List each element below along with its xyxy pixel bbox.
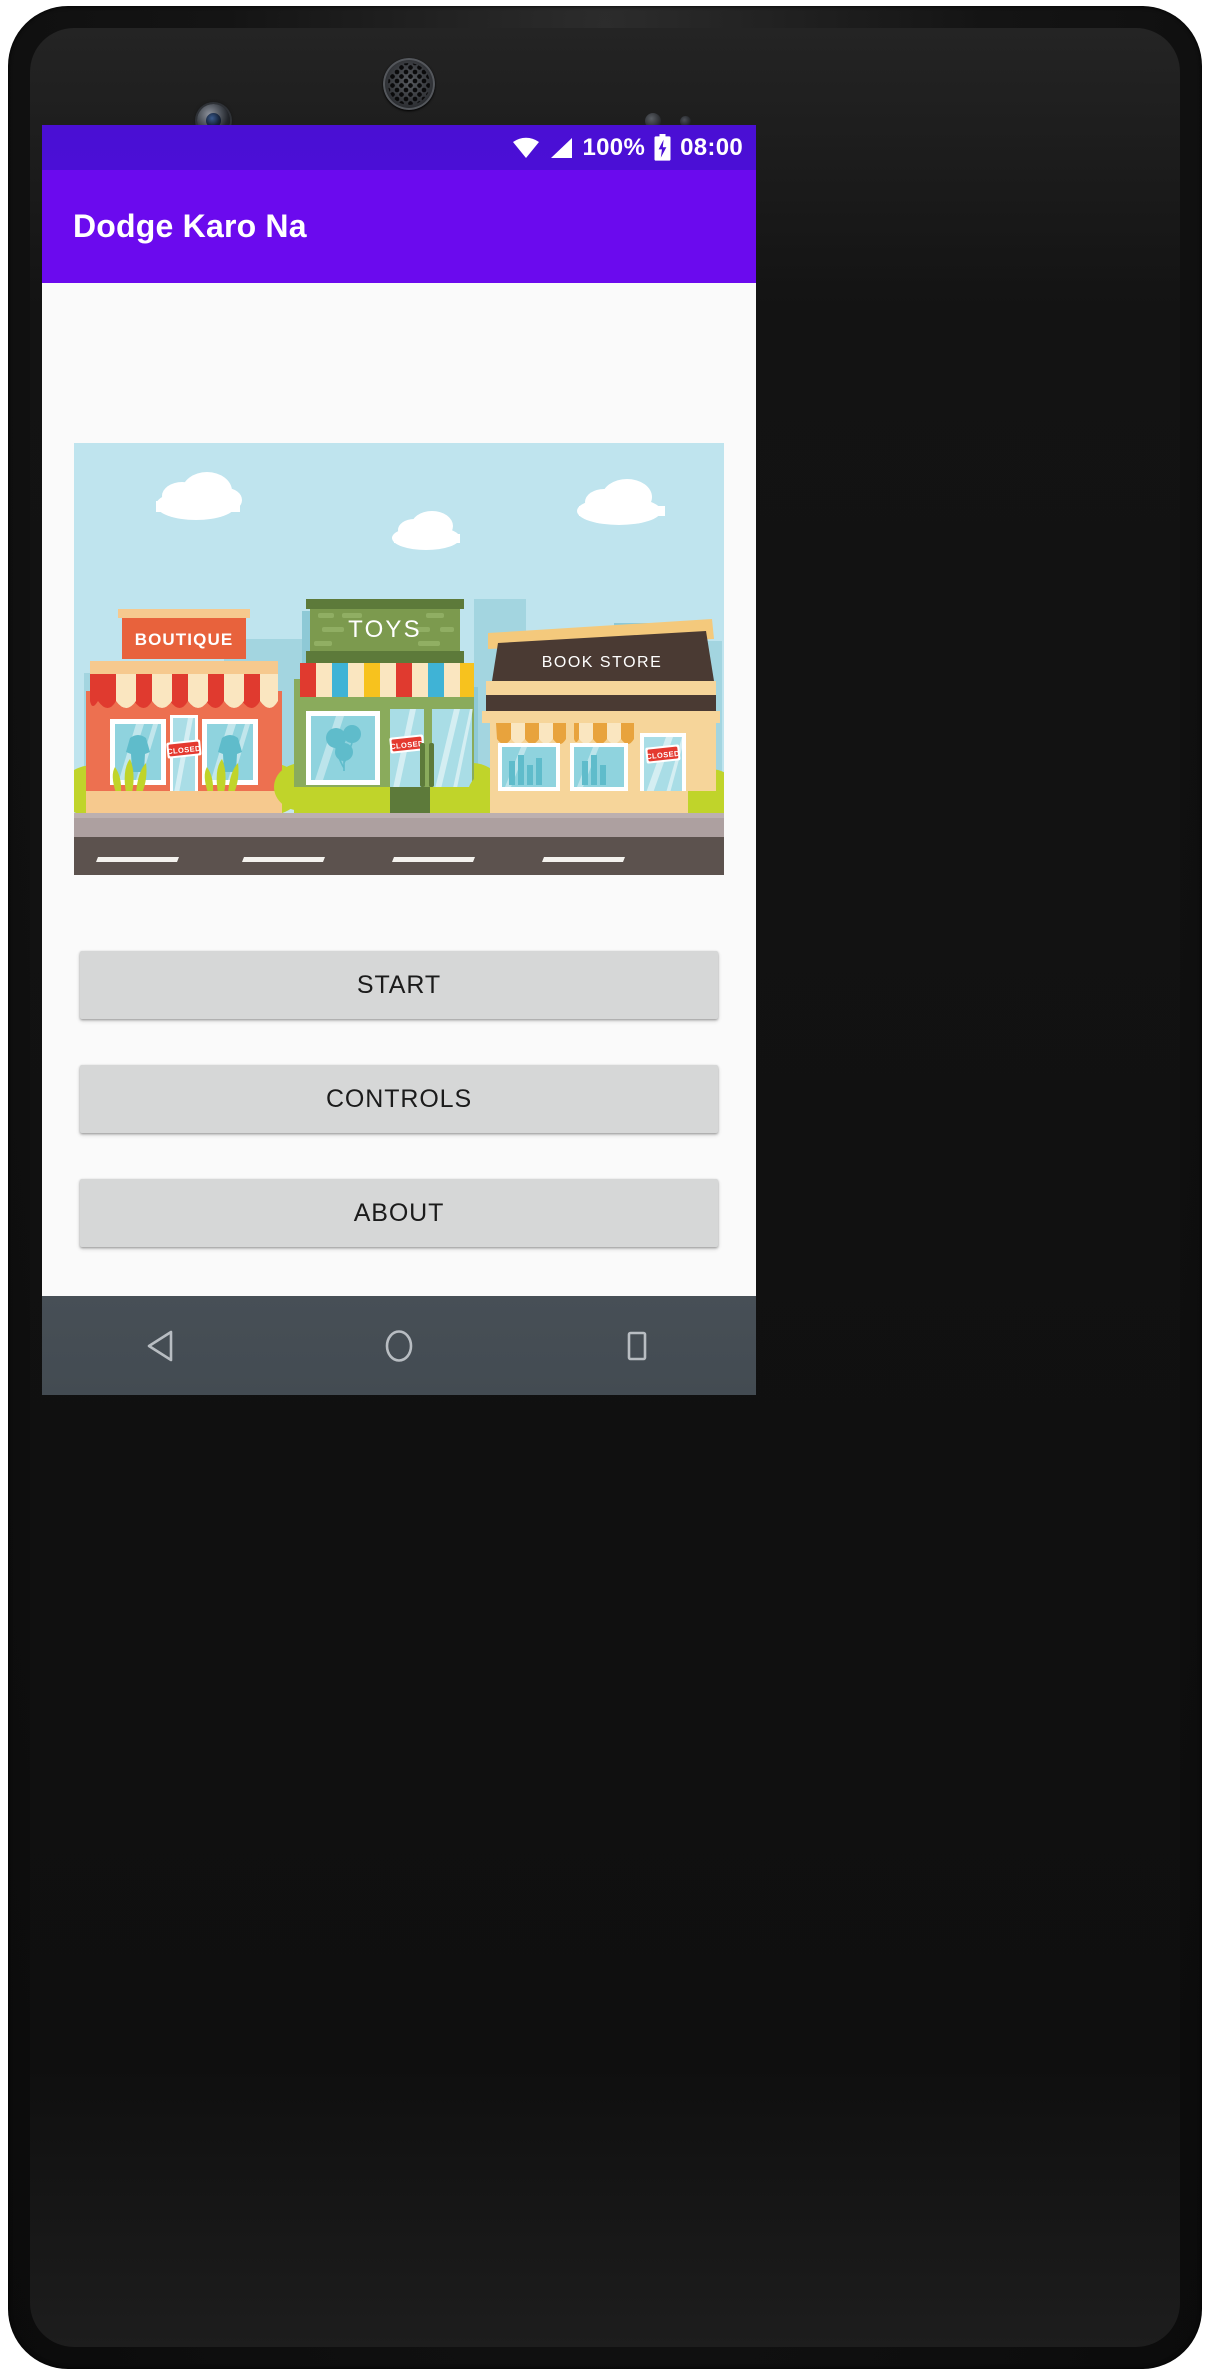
home-circle-icon [385,1329,413,1362]
signal-bars-icon [550,137,572,158]
boutique-sign-text: BOUTIQUE [135,630,234,649]
battery-charging-icon [654,134,671,161]
wifi-icon [512,137,539,158]
recents-button[interactable] [592,1296,682,1395]
home-button[interactable] [354,1296,444,1395]
phone-screen: 100% 08:00 Dodge Karo Na BOUTIQUE CLOSED… [42,125,756,1395]
toys-sign-text: TOYS [348,616,422,643]
about-button[interactable]: ABOUT [80,1179,718,1247]
start-button[interactable]: START [80,951,718,1019]
main-menu-buttons: START CONTROLS ABOUT [80,951,718,1293]
bookstore-sign-text: BOOK STORE [542,654,663,671]
back-triangle-icon [147,1330,173,1361]
back-button[interactable] [116,1296,206,1395]
battery-percent-label: 100% [582,133,646,161]
controls-button[interactable]: CONTROLS [80,1065,718,1133]
recents-square-icon [627,1331,647,1360]
android-navigation-bar [42,1296,756,1395]
clock-label: 08:00 [680,133,743,161]
storefront-street-illustration: BOUTIQUE CLOSED TOYS CLOSED BOOK STORE C… [74,443,724,875]
app-title: Dodge Karo Na [73,208,307,244]
main-content: BOUTIQUE CLOSED TOYS CLOSED BOOK STORE C… [42,283,756,1296]
status-bar: 100% 08:00 [42,125,756,170]
earpiece-speaker-icon [383,58,435,110]
app-bar: Dodge Karo Na [42,170,756,283]
